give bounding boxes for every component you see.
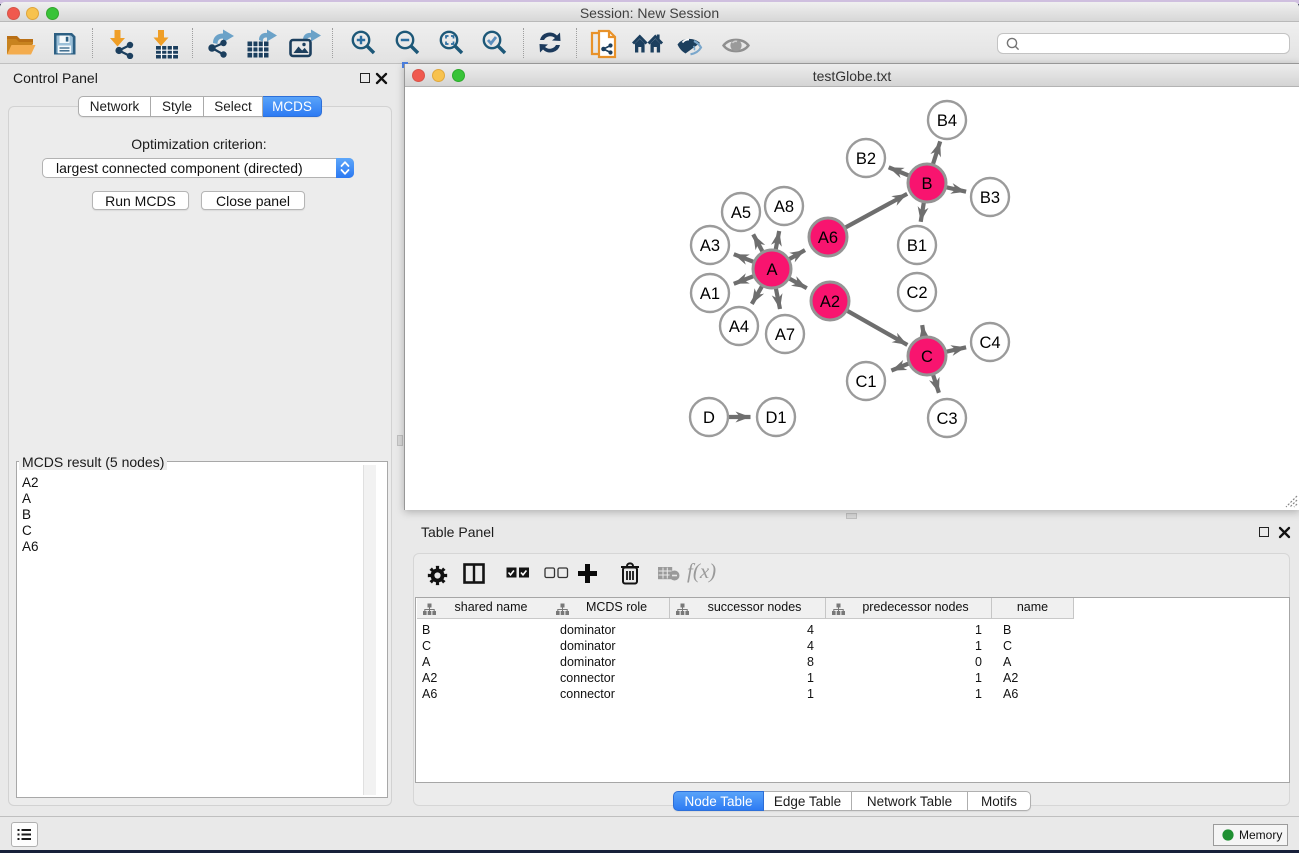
svg-text:B: B (921, 175, 932, 193)
svg-text:C2: C2 (906, 284, 927, 302)
svg-text:B2: B2 (856, 150, 876, 168)
svg-text:A8: A8 (774, 198, 794, 216)
svg-text:B1: B1 (907, 237, 927, 255)
svg-text:A3: A3 (700, 237, 720, 255)
svg-text:C4: C4 (979, 334, 1000, 352)
svg-text:A5: A5 (731, 204, 751, 222)
svg-text:A: A (766, 261, 777, 279)
svg-text:A2: A2 (820, 293, 840, 311)
svg-text:B3: B3 (980, 189, 1000, 207)
svg-text:B4: B4 (937, 112, 957, 130)
svg-text:C3: C3 (936, 410, 957, 428)
svg-text:C1: C1 (855, 373, 876, 391)
svg-text:C: C (921, 348, 933, 366)
svg-text:A7: A7 (775, 326, 795, 344)
svg-text:A6: A6 (818, 229, 838, 247)
svg-text:A1: A1 (700, 285, 720, 303)
svg-text:D: D (703, 409, 715, 427)
svg-text:A4: A4 (729, 318, 749, 336)
svg-text:D1: D1 (765, 409, 786, 427)
